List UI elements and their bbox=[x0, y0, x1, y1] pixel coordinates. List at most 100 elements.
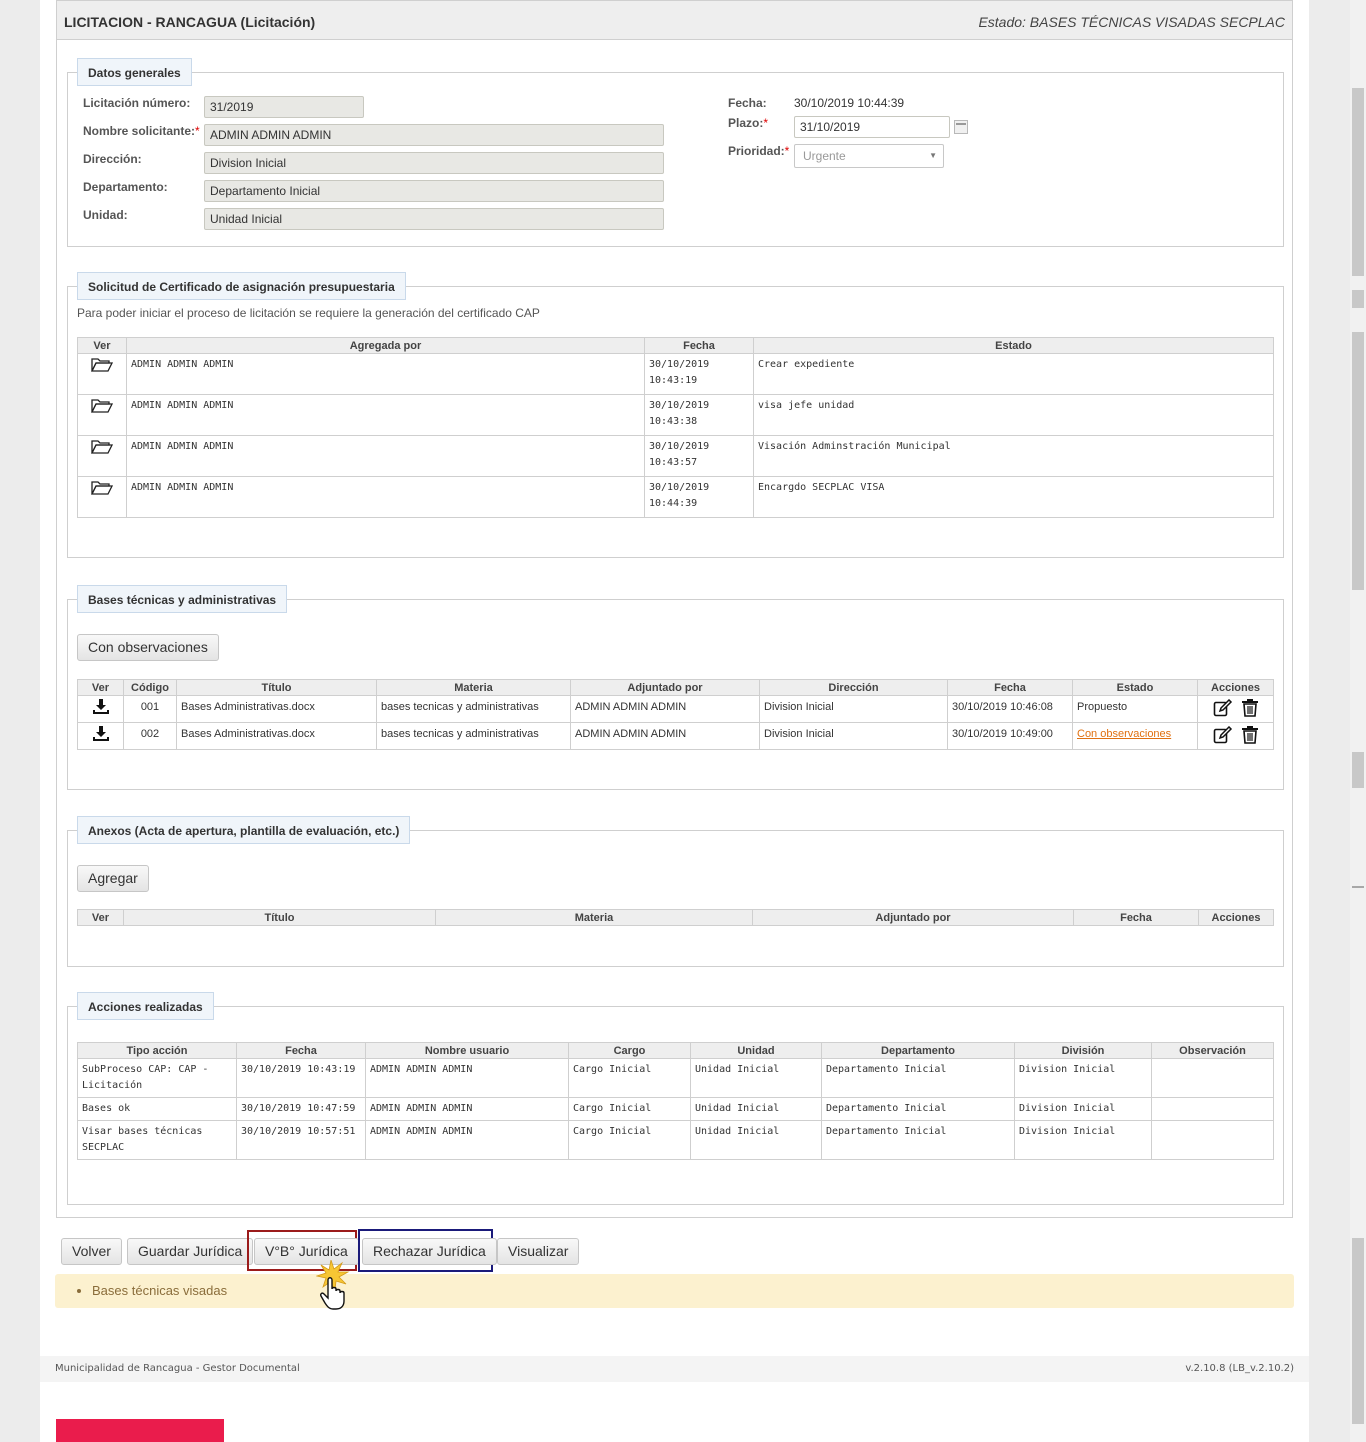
bases-row: 002 Bases Administrativas.docx bases tecni… bbox=[77, 722, 1274, 750]
accion-row: SubProceso CAP: CAP - Licitación 30/10/20… bbox=[77, 1058, 1274, 1098]
acciones-section: Acciones realizadas Tipo acción Fecha Nomb… bbox=[67, 992, 1284, 1205]
estado-link[interactable]: Con observaciones bbox=[1077, 728, 1171, 740]
bases-direccion: Division Inicial bbox=[759, 722, 948, 750]
column-header: Materia bbox=[435, 909, 753, 926]
cap-view-cell bbox=[77, 353, 127, 395]
accion-observacion bbox=[1151, 1097, 1274, 1121]
column-header: Adjuntado por bbox=[570, 679, 760, 696]
chevron-down-icon: ▼ bbox=[929, 151, 937, 160]
column-header: Cargo bbox=[568, 1042, 691, 1059]
rechazar-juridica-button[interactable]: Rechazar Jurídica bbox=[362, 1238, 497, 1265]
calendar-icon[interactable] bbox=[954, 120, 968, 134]
download-icon[interactable] bbox=[92, 726, 110, 741]
general-section: Datos generales Licitación número: 31/20… bbox=[67, 58, 1284, 247]
cap-time: 10:43:19 bbox=[649, 375, 698, 386]
column-header: Fecha bbox=[236, 1042, 366, 1059]
bases-titulo: Bases Administrativas.docx bbox=[176, 695, 377, 723]
accion-row: Bases ok 30/10/2019 10:47:59 ADMIN ADMIN A… bbox=[77, 1097, 1274, 1121]
cap-view-cell bbox=[77, 435, 127, 477]
prioridad-label: Prioridad:* bbox=[728, 144, 790, 158]
cap-estado: Visación Adminstración Municipal bbox=[753, 435, 1274, 477]
bases-download-cell bbox=[77, 695, 124, 723]
accion-departamento: Departamento Inicial bbox=[821, 1120, 1015, 1160]
bases-fecha: 30/10/2019 10:46:08 bbox=[947, 695, 1073, 723]
agregar-button[interactable]: Agregar bbox=[77, 865, 149, 892]
unidad-field[interactable]: Unidad Inicial bbox=[204, 208, 664, 230]
unidad-label: Unidad: bbox=[83, 208, 128, 222]
bases-direccion: Division Inicial bbox=[759, 695, 948, 723]
licitacion-number-field[interactable]: 31/2019 bbox=[204, 96, 364, 118]
licitacion-label: Licitación número: bbox=[83, 96, 191, 110]
accion-departamento: Departamento Inicial bbox=[821, 1058, 1015, 1098]
cap-date: 30/10/2019 bbox=[649, 441, 710, 452]
accion-unidad: Unidad Inicial bbox=[690, 1097, 822, 1121]
fecha-value: 30/10/2019 10:44:39 bbox=[794, 96, 905, 110]
accion-unidad: Unidad Inicial bbox=[690, 1058, 822, 1098]
direccion-field[interactable]: Division Inicial bbox=[204, 152, 664, 174]
bases-codigo: 001 bbox=[123, 695, 177, 723]
scrollbar-segment bbox=[1352, 290, 1364, 308]
bases-estado-cell: Con observaciones bbox=[1072, 722, 1198, 750]
accion-tipo: SubProceso CAP: CAP - Licitación bbox=[77, 1058, 237, 1098]
hand-cursor-icon bbox=[316, 1260, 350, 1310]
trash-icon[interactable] bbox=[1241, 726, 1259, 744]
acciones-table: Tipo acción Fecha Nombre usuario Cargo Unida… bbox=[77, 1042, 1274, 1160]
accion-cargo: Cargo Inicial bbox=[568, 1120, 691, 1160]
column-header: Agregada por bbox=[126, 337, 645, 354]
accion-tipo: Visar bases técnicas SECPLAC bbox=[77, 1120, 237, 1160]
accion-usuario: ADMIN ADMIN ADMIN bbox=[365, 1120, 569, 1160]
column-header: División bbox=[1014, 1042, 1152, 1059]
bases-section: Bases técnicas y administrativas Con obs… bbox=[67, 585, 1284, 790]
edit-icon[interactable] bbox=[1213, 725, 1233, 743]
page-scrollbar[interactable] bbox=[1350, 0, 1366, 1442]
accion-fecha: 30/10/2019 10:47:59 bbox=[236, 1097, 366, 1121]
cap-section: Solicitud de Certificado de asignación p… bbox=[67, 272, 1284, 558]
column-header: Título bbox=[176, 679, 377, 696]
cap-row: ADMIN ADMIN ADMIN 30/10/2019 10:43:57 Visac… bbox=[77, 435, 1274, 477]
cap-agregada-por: ADMIN ADMIN ADMIN bbox=[126, 353, 645, 395]
plazo-label: Plazo:* bbox=[728, 116, 769, 130]
departamento-field[interactable]: Departamento Inicial bbox=[204, 180, 664, 202]
departamento-label: Departamento: bbox=[83, 180, 168, 194]
scrollbar-segment bbox=[1352, 332, 1364, 590]
column-header: Nombre usuario bbox=[365, 1042, 569, 1059]
bases-codigo: 002 bbox=[123, 722, 177, 750]
solicitante-field[interactable]: ADMIN ADMIN ADMIN bbox=[204, 124, 664, 146]
info-message: Bases técnicas visadas bbox=[55, 1274, 1294, 1308]
folder-open-icon[interactable] bbox=[91, 481, 113, 495]
bases-download-cell bbox=[77, 722, 124, 750]
folder-open-icon[interactable] bbox=[91, 358, 113, 372]
cap-row: ADMIN ADMIN ADMIN 30/10/2019 10:43:38 visa … bbox=[77, 394, 1274, 436]
cap-description: Para poder iniciar el proceso de licitac… bbox=[77, 306, 540, 320]
footer-left: Municipalidad de Rancagua - Gestor Docum… bbox=[55, 1363, 300, 1374]
anexos-section: Anexos (Acta de apertura, plantilla de e… bbox=[67, 816, 1284, 967]
visualizar-button[interactable]: Visualizar bbox=[497, 1238, 580, 1265]
volver-button[interactable]: Volver bbox=[61, 1238, 122, 1265]
folder-open-icon[interactable] bbox=[91, 440, 113, 454]
cap-view-cell bbox=[77, 394, 127, 436]
cap-fecha-cell: 30/10/2019 10:43:38 bbox=[644, 394, 754, 436]
con-observaciones-button[interactable]: Con observaciones bbox=[77, 634, 219, 661]
bases-row: 001 Bases Administrativas.docx bases tecni… bbox=[77, 695, 1274, 723]
column-header: Estado bbox=[753, 337, 1274, 354]
main-page: LICITACION - RANCAGUA (Licitación) Estad… bbox=[40, 0, 1309, 1442]
column-header: Departamento bbox=[821, 1042, 1015, 1059]
scrollbar-thumb[interactable] bbox=[1352, 88, 1364, 276]
column-header: Ver bbox=[77, 909, 124, 926]
prioridad-select[interactable]: Urgente ▼ bbox=[794, 144, 944, 168]
bases-fecha: 30/10/2019 10:49:00 bbox=[947, 722, 1073, 750]
bases-materia: bases tecnicas y administrativas bbox=[376, 722, 571, 750]
accion-usuario: ADMIN ADMIN ADMIN bbox=[365, 1097, 569, 1121]
guardar-juridica-button[interactable]: Guardar Jurídica bbox=[127, 1238, 254, 1265]
direccion-label: Dirección: bbox=[83, 152, 142, 166]
column-header: Título bbox=[123, 909, 436, 926]
trash-icon[interactable] bbox=[1241, 699, 1259, 717]
anexos-table: Ver Título Materia Adjuntado por Fecha Accion… bbox=[77, 909, 1274, 926]
bases-estado-cell: Propuesto bbox=[1072, 695, 1198, 723]
download-icon[interactable] bbox=[92, 699, 110, 714]
plazo-date-input[interactable]: 31/10/2019 bbox=[794, 116, 950, 138]
edit-icon[interactable] bbox=[1213, 698, 1233, 716]
folder-open-icon[interactable] bbox=[91, 399, 113, 413]
message-item: Bases técnicas visadas bbox=[92, 1274, 1294, 1308]
column-header: Materia bbox=[376, 679, 571, 696]
